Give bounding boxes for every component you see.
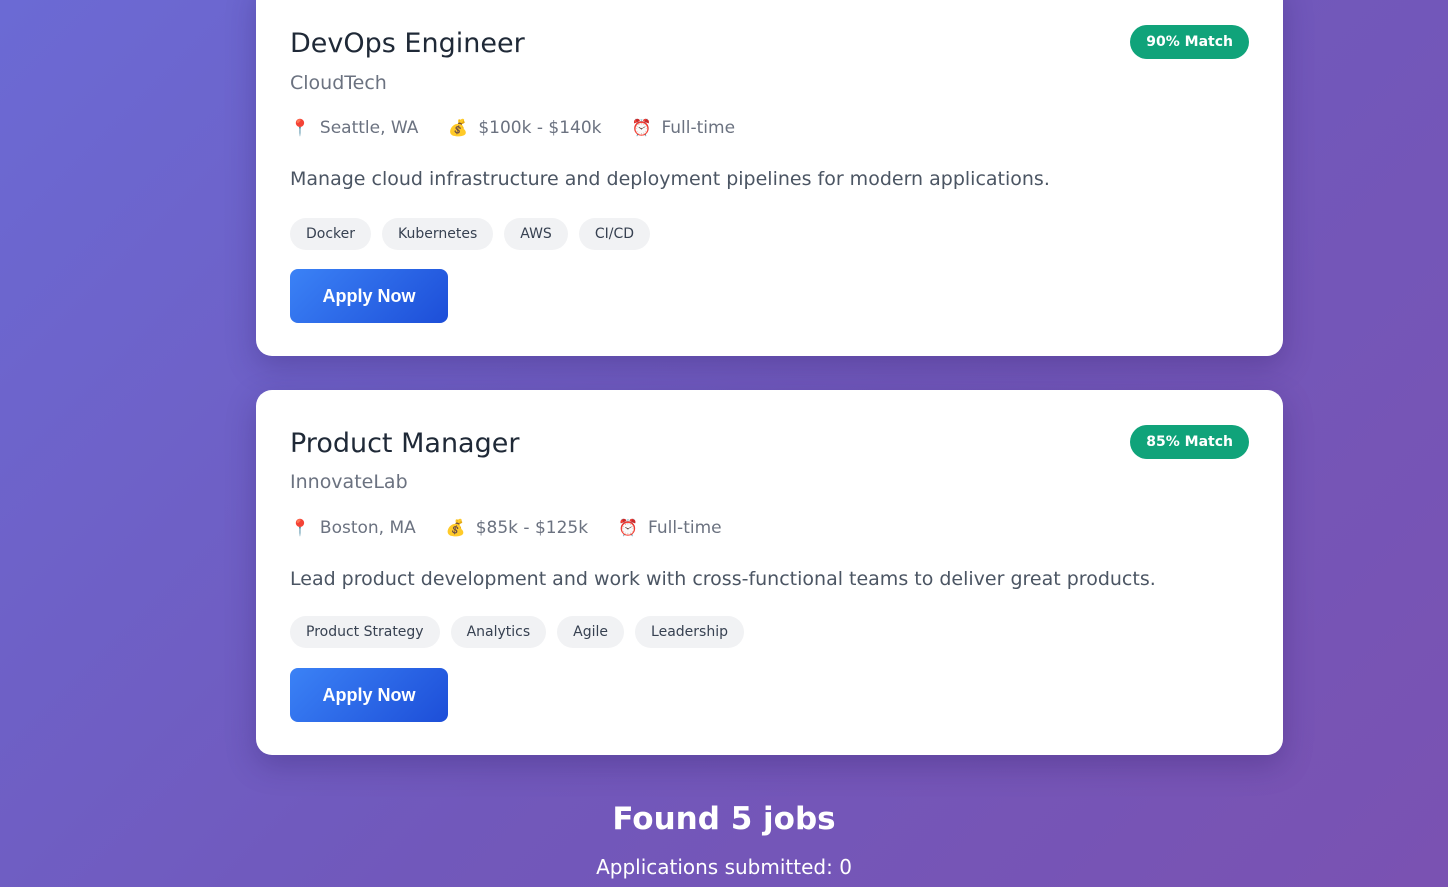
salary-text: $100k - $140k	[478, 118, 602, 138]
job-salary: 💰 $85k - $125k	[446, 518, 588, 538]
skill-tag: Docker	[290, 218, 372, 250]
alarm-clock-icon: ⏰	[631, 118, 652, 137]
job-location: 📍 Seattle, WA	[290, 118, 418, 138]
skill-tag: Analytics	[450, 616, 547, 648]
company-name: InnovateLab	[290, 471, 408, 493]
job-card: Product Manager 85% Match InnovateLab 📍 …	[256, 390, 1283, 755]
map-pin-icon: 📍	[290, 118, 310, 137]
apply-now-button[interactable]: Apply Now	[290, 269, 448, 323]
job-salary: 💰 $100k - $140k	[448, 118, 601, 138]
results-count: Found 5 jobs	[612, 801, 836, 837]
alarm-clock-icon: ⏰	[618, 518, 638, 537]
job-location: 📍 Boston, MA	[290, 518, 416, 538]
job-title: Product Manager	[290, 428, 520, 459]
skill-tag: AWS	[504, 218, 568, 250]
job-description: Manage cloud infrastructure and deployme…	[290, 168, 1050, 190]
location-text: Seattle, WA	[319, 118, 419, 138]
match-badge: 90% Match	[1130, 25, 1249, 59]
job-type: ⏰ Full-time	[632, 118, 736, 138]
skill-tags: Product Strategy Analytics Agile Leaders…	[290, 616, 755, 648]
skill-tag: CI/CD	[578, 218, 651, 250]
apply-now-button[interactable]: Apply Now	[290, 668, 448, 722]
job-meta: 📍 Seattle, WA 💰 $100k - $140k ⏰ Full-tim…	[290, 118, 765, 138]
job-title: DevOps Engineer	[290, 28, 525, 59]
skill-tag: Leadership	[635, 616, 744, 648]
type-text: Full-time	[647, 518, 722, 538]
job-type: ⏰ Full-time	[618, 518, 722, 538]
skill-tag: Kubernetes	[382, 218, 494, 250]
location-text: Boston, MA	[319, 518, 416, 538]
applications-count: Applications submitted: 0	[596, 855, 852, 879]
skill-tag: Agile	[557, 616, 625, 648]
job-card: DevOps Engineer 90% Match CloudTech 📍 Se…	[256, 0, 1283, 356]
match-badge: 85% Match	[1130, 425, 1249, 459]
money-bag-icon: 💰	[448, 118, 469, 137]
job-description: Lead product development and work with c…	[290, 568, 1156, 590]
job-meta: 📍 Boston, MA 💰 $85k - $125k ⏰ Full-time	[290, 518, 752, 538]
money-bag-icon: 💰	[445, 518, 466, 537]
map-pin-icon: 📍	[290, 518, 310, 537]
skill-tags: Docker Kubernetes AWS CI/CD	[290, 218, 661, 250]
company-name: CloudTech	[290, 72, 387, 94]
skill-tag: Product Strategy	[290, 616, 440, 648]
type-text: Full-time	[661, 118, 736, 138]
salary-text: $85k - $125k	[475, 518, 589, 538]
